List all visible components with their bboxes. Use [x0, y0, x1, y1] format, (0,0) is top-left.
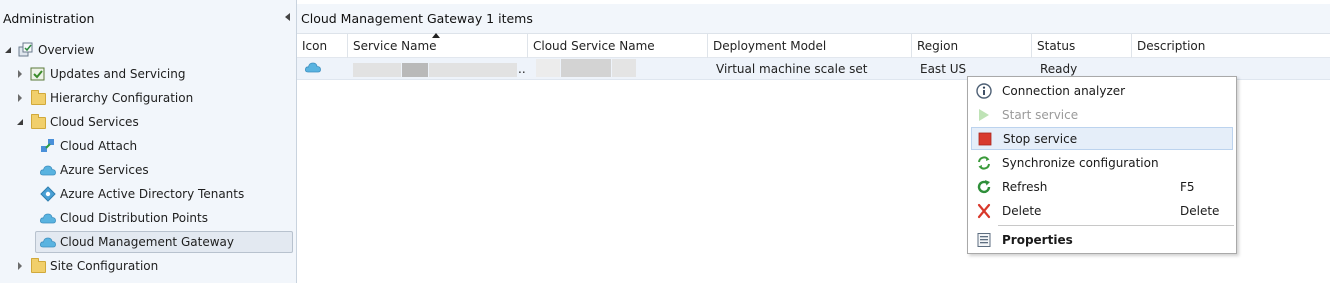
column-header-row: Icon Service Name Cloud Service Name Dep… [297, 33, 1330, 58]
column-header-label: Description [1137, 39, 1206, 53]
overview-icon [18, 42, 34, 58]
navigation-pane: Administration Overview Updates and Serv… [0, 0, 297, 283]
menu-item-label: Connection analyzer [1002, 83, 1126, 98]
tree-item-site-configuration[interactable]: Site Configuration [16, 255, 158, 277]
column-header-label: Cloud Service Name [533, 39, 655, 53]
menu-item-shortcut: F5 [1180, 179, 1195, 194]
folder-icon [30, 90, 46, 106]
tree-item-label: Overview [38, 43, 95, 57]
column-header-label: Deployment Model [713, 39, 827, 53]
tree-item-label: Hierarchy Configuration [50, 91, 194, 105]
expander-icon[interactable] [16, 63, 26, 85]
tree-item-azure-ad-tenants[interactable]: Azure Active Directory Tenants [40, 183, 244, 205]
redacted-cloud-service-name [536, 59, 560, 77]
tree-item-cloud-services[interactable]: Cloud Services [16, 111, 139, 133]
expander-icon[interactable] [16, 111, 26, 133]
tree-item-cloud-attach[interactable]: Cloud Attach [40, 135, 137, 157]
tree-item-overview[interactable]: Overview [4, 39, 95, 61]
expander-icon[interactable] [4, 39, 14, 61]
tree-item-label: Azure Services [60, 163, 149, 177]
tree-item-label: Cloud Attach [60, 139, 138, 153]
properties-icon [976, 232, 992, 248]
play-icon [976, 107, 992, 123]
context-menu: Connection analyzer Start service Stop s… [967, 76, 1237, 254]
tree-item-cloud-distribution-points[interactable]: Cloud Distribution Points [40, 207, 208, 229]
redacted-service-name [402, 63, 428, 77]
menu-item-label: Synchronize configuration [1002, 155, 1159, 170]
cloud-icon [40, 210, 56, 226]
tree-item-label: Cloud Distribution Points [60, 211, 208, 225]
stop-icon [977, 131, 993, 147]
expander-icon[interactable] [16, 87, 26, 109]
tree-item-cloud-management-gateway[interactable]: Cloud Management Gateway [35, 231, 293, 253]
delete-icon [976, 203, 992, 219]
menu-separator [998, 225, 1234, 226]
aad-tenant-icon [40, 186, 56, 202]
column-header-region[interactable]: Region [911, 34, 1031, 58]
cloud-icon [40, 234, 56, 250]
column-header-status[interactable]: Status [1031, 34, 1131, 58]
folder-icon [30, 258, 46, 274]
content-header: Cloud Management Gateway 1 items [297, 4, 1330, 34]
column-header-deployment-model[interactable]: Deployment Model [707, 34, 911, 58]
menu-item-label: Refresh [1002, 179, 1048, 194]
collapse-pane-icon[interactable] [285, 13, 290, 21]
tree-item-label: Cloud Management Gateway [60, 235, 234, 249]
column-header-cloud-service-name[interactable]: Cloud Service Name [527, 34, 707, 58]
redacted-service-name [353, 63, 401, 77]
cloud-attach-icon [40, 138, 56, 154]
column-header-label: Region [917, 39, 959, 53]
content-title: Cloud Management Gateway 1 items [301, 11, 533, 26]
menu-item-shortcut: Delete [1180, 203, 1220, 218]
column-header-label: Service Name [353, 39, 437, 53]
sync-icon [976, 155, 992, 171]
menu-item-connection-analyzer[interactable]: Connection analyzer [971, 79, 1233, 102]
column-header-service-name[interactable]: Service Name [347, 33, 527, 58]
menu-item-delete[interactable]: Delete Delete [971, 199, 1233, 222]
expander-icon[interactable] [16, 255, 26, 277]
service-name-ellipsis: .. [518, 62, 526, 76]
updates-servicing-icon [30, 66, 46, 82]
menu-item-label: Delete [1002, 203, 1042, 218]
cell-deployment-model: Virtual machine scale set [716, 62, 868, 76]
tree-item-label: Updates and Servicing [50, 67, 186, 81]
tree-item-label: Azure Active Directory Tenants [60, 187, 245, 201]
sort-ascending-icon [432, 33, 440, 38]
cell-region: East US [920, 62, 967, 76]
menu-item-refresh[interactable]: Refresh F5 [971, 175, 1233, 198]
tree-item-label: Site Configuration [50, 259, 159, 273]
refresh-icon [976, 179, 992, 195]
workspace-title: Administration [3, 11, 95, 26]
folder-icon [30, 114, 46, 130]
column-header-label: Status [1037, 39, 1076, 53]
column-header-icon[interactable]: Icon [297, 34, 347, 58]
navigation-header: Administration [0, 0, 296, 34]
tree-item-label: Cloud Services [50, 115, 139, 129]
menu-item-synchronize-configuration[interactable]: Synchronize configuration [971, 151, 1233, 174]
menu-item-label: Properties [1002, 232, 1073, 247]
tree-item-azure-services[interactable]: Azure Services [40, 159, 149, 181]
cloud-icon [305, 61, 321, 76]
redacted-cloud-service-name [612, 59, 636, 77]
column-header-description[interactable]: Description [1131, 34, 1330, 58]
tree-item-updates-and-servicing[interactable]: Updates and Servicing [16, 63, 185, 85]
menu-item-start-service[interactable]: Start service [971, 103, 1233, 126]
menu-item-label: Start service [1002, 107, 1079, 122]
menu-item-label: Stop service [1003, 131, 1078, 146]
menu-item-properties[interactable]: Properties [971, 228, 1233, 251]
menu-item-stop-service[interactable]: Stop service [971, 127, 1233, 150]
cell-status: Ready [1040, 62, 1078, 76]
redacted-service-name [429, 63, 517, 77]
redacted-cloud-service-name [561, 59, 611, 77]
info-icon [976, 82, 992, 99]
column-header-label: Icon [302, 39, 328, 53]
cloud-icon [40, 162, 56, 178]
tree-item-hierarchy-configuration[interactable]: Hierarchy Configuration [16, 87, 193, 109]
